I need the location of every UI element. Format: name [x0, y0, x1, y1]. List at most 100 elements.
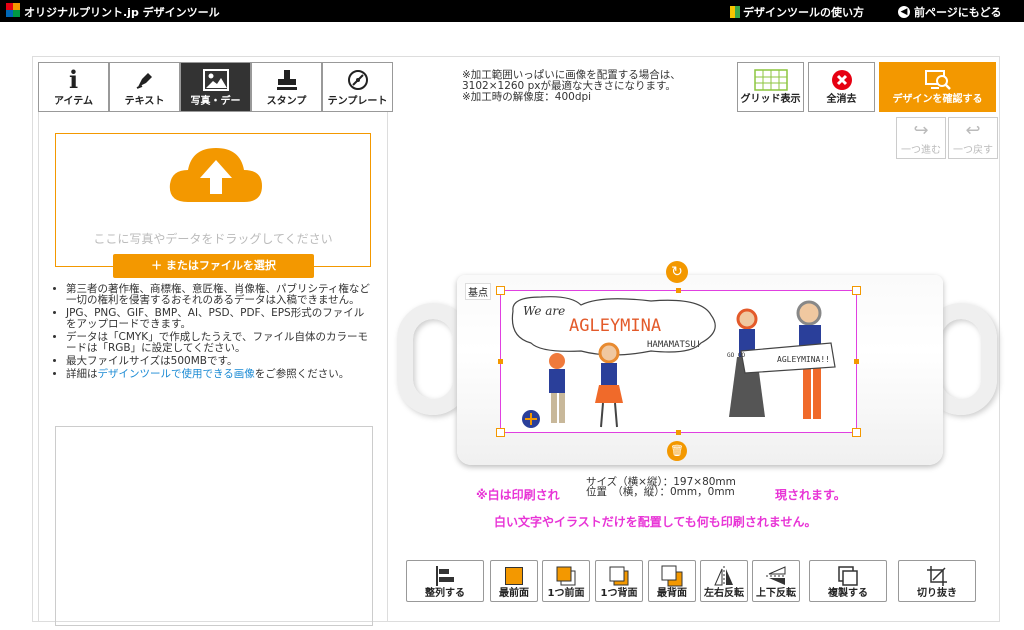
info-line: ※加工時の解像度：400dpi: [462, 91, 592, 103]
confirm-design-label: デザインを確認する: [892, 94, 983, 105]
tab-label: アイテム: [54, 96, 93, 107]
flip-horizontal-icon: [701, 565, 747, 587]
note-text: 詳細は: [66, 368, 98, 380]
flip-vertical-button[interactable]: 上下反転: [752, 560, 800, 602]
undo-label: 一つ戻す: [953, 145, 993, 156]
note-text: をご参照ください。: [254, 368, 350, 380]
bring-forward-button[interactable]: 1つ前面: [542, 560, 590, 602]
tool-tabs: i アイテム テキスト 写真・デー スタンプ テンプレート: [38, 62, 393, 112]
select-file-button[interactable]: ＋ またはファイルを選択: [113, 254, 314, 278]
align-icon: [407, 565, 483, 587]
info-icon: i: [68, 65, 79, 94]
toolbar-label: 最背面: [657, 588, 687, 599]
tab-item[interactable]: i アイテム: [38, 62, 109, 112]
resolution-info: ※加工範囲いっぱいに画像を配置する場合は、 3102×1260 pxが最適な大き…: [462, 70, 682, 103]
tab-text[interactable]: テキスト: [109, 62, 180, 112]
position-readout: 位置 （横，縦）：0mm，0mm: [586, 486, 735, 498]
help-link[interactable]: デザインツールの使い方: [730, 4, 864, 20]
arrow-left-icon: ◀: [898, 6, 910, 18]
note-item: データは「CMYK」で作成したうえで、ファイル自体のカラーモードは「RGB」に設…: [66, 332, 374, 354]
grid-icon: [738, 68, 803, 92]
tab-label: テンプレート: [327, 96, 388, 107]
help-link-label: デザインツールの使い方: [743, 6, 864, 19]
image-icon: [181, 68, 250, 92]
preview-icon: [880, 68, 995, 92]
send-backward-button[interactable]: 1つ背面: [595, 560, 643, 602]
align-button[interactable]: 整列する: [406, 560, 484, 602]
confirm-design-button[interactable]: デザインを確認する: [879, 62, 996, 112]
usable-images-link[interactable]: デザインツールで使用できる画像: [98, 368, 255, 380]
note-item: JPG、PNG、GIF、BMP、AI、PSD、PDF、EPS形式のファイルをアッ…: [66, 308, 374, 330]
redo-button[interactable]: ↪ 一つ進む: [896, 117, 946, 159]
toolbar-label: 切り抜き: [917, 588, 957, 599]
design-sign-text: GO GO: [727, 352, 745, 359]
drop-zone[interactable]: ここに写真やデータをドラッグしてください ＋ またはファイルを選択: [55, 133, 371, 278]
toolbar-label: 最前面: [499, 588, 529, 599]
white-print-warning-tail: 現されます。: [775, 488, 846, 502]
white-print-warning: ※白は印刷され: [476, 488, 560, 502]
close-circle-icon: [809, 68, 874, 92]
toolbar-label: 複製する: [828, 588, 868, 599]
book-icon: [730, 6, 740, 18]
top-bar: オリジナルプリント.jp デザインツール デザインツールの使い方 ◀ 前ページに…: [0, 0, 1024, 22]
resize-handle-bl[interactable]: [496, 428, 505, 437]
flip-horizontal-button[interactable]: 左右反転: [700, 560, 748, 602]
resize-handle-left[interactable]: [498, 359, 503, 364]
rotate-icon[interactable]: ↻: [666, 261, 688, 283]
back-link[interactable]: ◀ 前ページにもどる: [898, 4, 1002, 20]
resize-handle-br[interactable]: [852, 428, 861, 437]
upload-notes: 第三者の著作権、商標権、意匠権、肖像権、パブリシティ権など一切の権利を侵害するお…: [54, 284, 374, 382]
duplicate-icon: [810, 565, 886, 587]
undo-icon: ↩: [965, 120, 981, 141]
design-text-weare: We are: [523, 304, 565, 318]
size-position-info: サイズ（横×縦）：197×80mm 位置 （横，縦）：0mm，0mm: [586, 477, 736, 497]
tab-template[interactable]: テンプレート: [322, 62, 393, 112]
base-point-label: 基点: [465, 283, 491, 300]
design-banner-text: AGLEYMINA!!: [777, 355, 830, 364]
crop-button[interactable]: 切り抜き: [898, 560, 976, 602]
design-image[interactable]: We are AGLEYMINA HAMAMATSU! AGLEYMINA!! …: [500, 290, 857, 433]
trash-icon[interactable]: 🗑: [667, 441, 687, 461]
pen-icon: [110, 68, 179, 92]
mug-canvas[interactable]: 基点 We are AGLEYMINA HAMAMATSU! AGLEYMINA…: [395, 255, 1000, 470]
tab-label: 写真・デー: [190, 96, 241, 107]
undo-button[interactable]: ↩ 一つ戻す: [948, 117, 998, 159]
send-back-icon: [649, 565, 695, 587]
resize-handle-tr[interactable]: [852, 286, 861, 295]
toolbar-label: 1つ前面: [547, 588, 585, 599]
send-back-button[interactable]: 最背面: [648, 560, 696, 602]
resize-handle-tl[interactable]: [496, 286, 505, 295]
redo-label: 一つ進む: [901, 145, 941, 156]
clear-all-button[interactable]: 全消去: [808, 62, 875, 112]
uploaded-images-list[interactable]: [55, 426, 373, 626]
resize-handle-top[interactable]: [676, 288, 681, 293]
tab-photo[interactable]: 写真・デー: [180, 62, 251, 112]
note-item: 最大ファイルサイズは500MBです。: [66, 356, 374, 367]
grid-button[interactable]: グリッド表示: [737, 62, 804, 112]
tab-label: テキスト: [124, 96, 165, 107]
toolbar-label: 上下反転: [756, 588, 796, 599]
drop-text: ここに写真やデータをドラッグしてください: [93, 232, 333, 246]
cloud-upload-icon: [169, 148, 262, 202]
resize-handle-right[interactable]: [854, 359, 859, 364]
duplicate-button[interactable]: 複製する: [809, 560, 887, 602]
send-backward-icon: [596, 565, 642, 587]
grid-button-label: グリッド表示: [740, 94, 801, 105]
bring-front-button[interactable]: 最前面: [490, 560, 538, 602]
stamp-icon: [252, 68, 321, 92]
tab-stamp[interactable]: スタンプ: [251, 62, 322, 112]
bring-front-icon: [491, 565, 537, 587]
back-link-label: 前ページにもどる: [914, 6, 1002, 19]
resize-handle-bottom[interactable]: [676, 430, 681, 435]
clear-all-label: 全消去: [826, 94, 857, 105]
crop-icon: [899, 565, 975, 587]
toolbar-label: 左右反転: [704, 588, 744, 599]
upload-panel: ここに写真やデータをドラッグしてください ＋ またはファイルを選択 第三者の著作…: [38, 112, 388, 626]
redo-icon: ↪: [913, 120, 929, 141]
design-text-title: AGLEYMINA: [569, 316, 661, 336]
template-icon: [323, 68, 392, 92]
toolbar-label: 1つ背面: [600, 588, 638, 599]
design-text-sub: HAMAMATSU!: [647, 340, 701, 350]
note-item: 詳細はデザインツールで使用できる画像をご参照ください。: [66, 369, 374, 380]
app-title: オリジナルプリント.jp デザインツール: [24, 6, 220, 19]
